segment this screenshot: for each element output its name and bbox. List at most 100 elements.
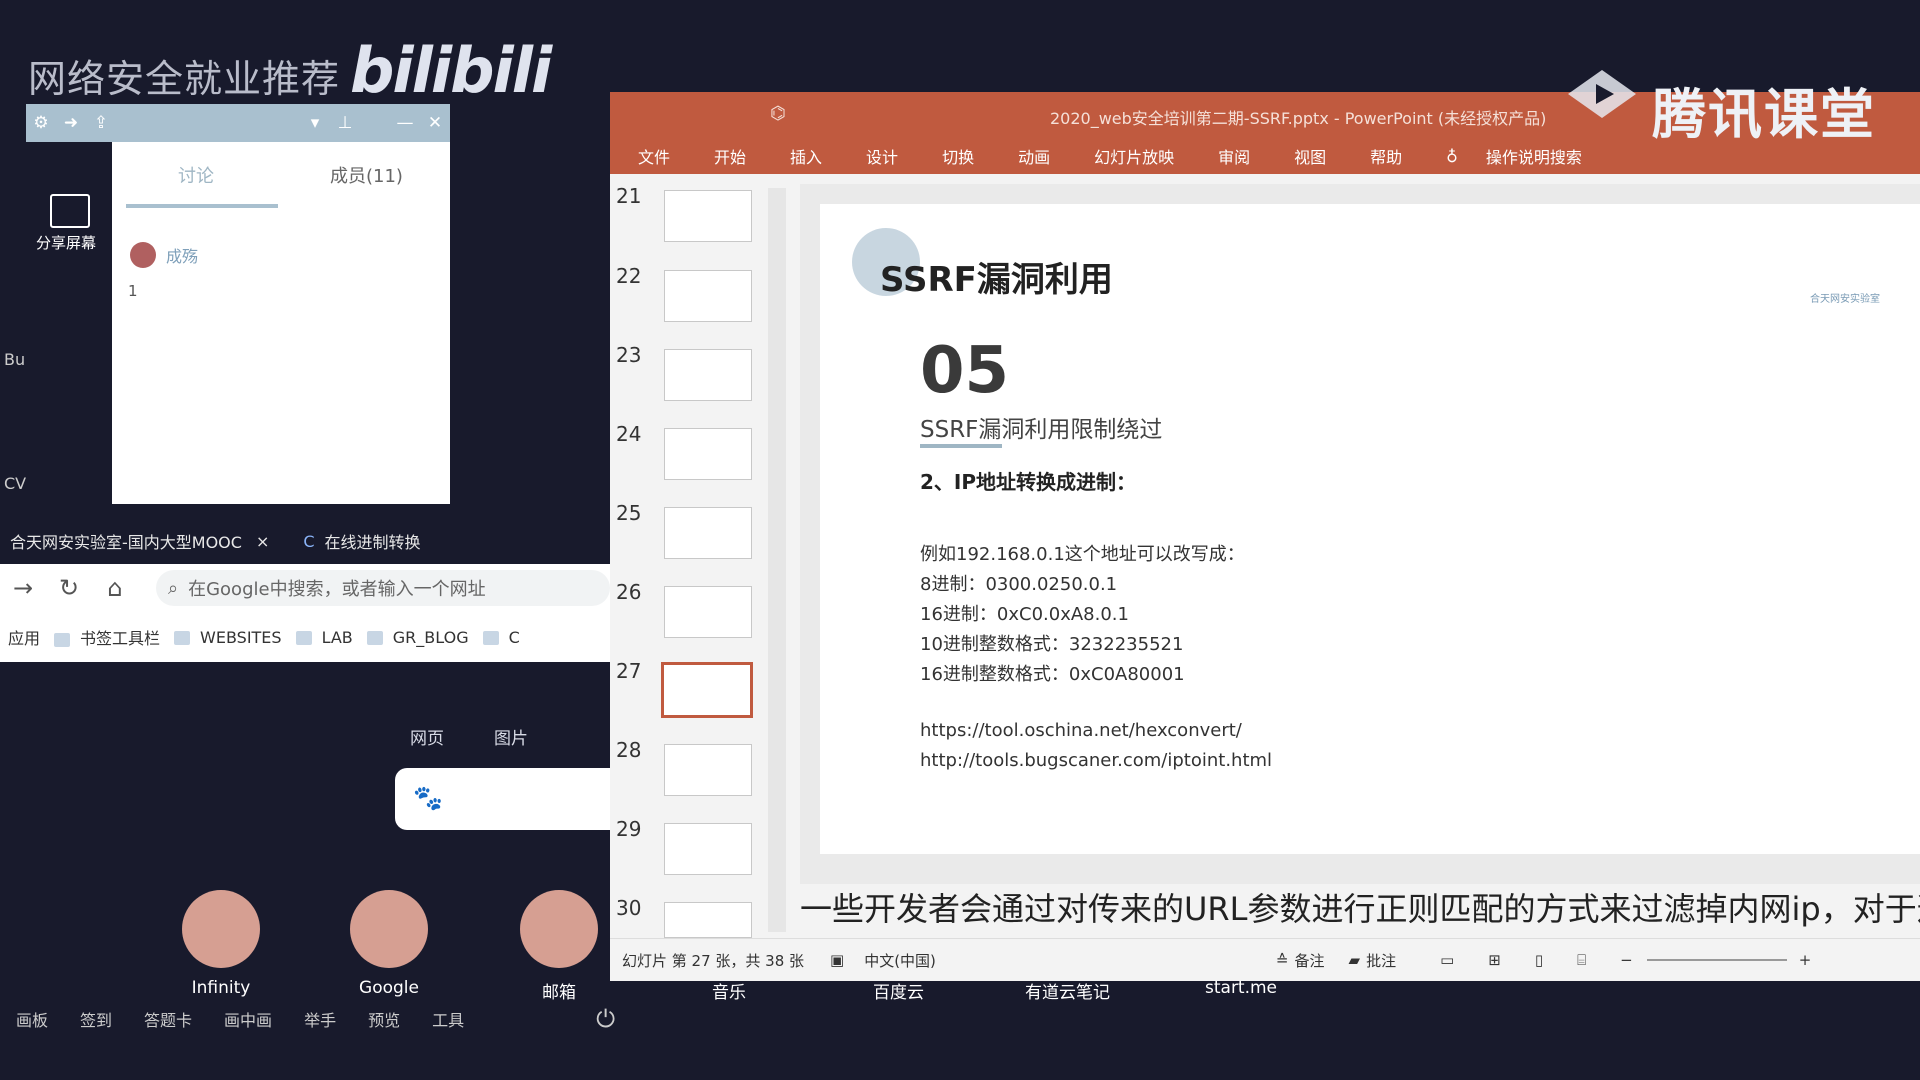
- menu-review[interactable]: 审阅: [1218, 144, 1250, 168]
- side-label-bu: Bu: [4, 350, 26, 369]
- slideshow-view-icon[interactable]: ⌸: [1577, 951, 1586, 969]
- reload-icon[interactable]: ↻: [46, 574, 92, 602]
- slide-text-line: 例如192.168.0.1这个地址可以改写成：: [920, 544, 1245, 565]
- link-web[interactable]: 网页: [410, 724, 444, 749]
- accessibility-icon[interactable]: ▣: [830, 951, 844, 969]
- notes-icon[interactable]: ≙: [1276, 951, 1289, 969]
- subtitle-underline: [920, 444, 1002, 448]
- chat-titlebar: ⚙ ➜ ⇪ ▾ ⊥ — ✕: [26, 104, 450, 142]
- folder-icon: [54, 632, 71, 647]
- toolbar-whiteboard[interactable]: 画板: [16, 1007, 48, 1031]
- bookmark-gr-blog[interactable]: GR_BLOG: [366, 628, 469, 647]
- browser-tab-base-convert[interactable]: 在线进制转换: [325, 529, 421, 553]
- share-screen-label[interactable]: 分享屏幕: [36, 232, 96, 253]
- toolbar-checkin[interactable]: 签到: [80, 1007, 112, 1031]
- watermark-network-security: 网络安全就业推荐: [28, 57, 341, 101]
- menu-animations[interactable]: 动画: [1018, 144, 1050, 168]
- toolbar-answer-card[interactable]: 答题卡: [144, 1007, 192, 1031]
- chat-sidebar: 分享屏幕: [26, 142, 112, 504]
- ppt-title-text: 2020_web安全培训第二期-SSRF.pptx - PowerPoint (…: [1050, 109, 1547, 128]
- menu-slideshow[interactable]: 幻灯片放映: [1094, 144, 1174, 168]
- slide-text-line: 16进制整数格式：0xC0A80001: [920, 664, 1185, 685]
- forward-icon[interactable]: →: [0, 574, 46, 602]
- comments-icon[interactable]: ▰: [1349, 951, 1361, 969]
- slide-thumbnail[interactable]: 25: [610, 501, 760, 571]
- shortcut-youdao-note[interactable]: 有道云笔记: [1025, 978, 1110, 1003]
- powerpoint-window: ⌬ 2020_web安全培训第二期-SSRF.pptx - PowerPoint…: [610, 92, 1920, 981]
- language-status[interactable]: 中文(中国): [864, 950, 936, 971]
- tab-discuss[interactable]: 讨论: [178, 162, 214, 188]
- menu-transitions[interactable]: 切换: [942, 144, 974, 168]
- shortcut-mail[interactable]: 邮箱: [504, 890, 614, 1003]
- slide-thumbnail[interactable]: 23: [610, 343, 760, 413]
- classroom-toolbar: 画板 签到 答题卡 画中画 举手 预览 工具 ⏻: [0, 1003, 716, 1035]
- shortcut-music[interactable]: 音乐: [712, 978, 746, 1003]
- zoom-in-icon[interactable]: +: [1799, 951, 1812, 969]
- shortcut-startme[interactable]: start.me: [1205, 978, 1277, 998]
- slide-thumbnail[interactable]: 29: [610, 817, 760, 887]
- menu-home[interactable]: 开始: [714, 144, 746, 168]
- menu-file[interactable]: 文件: [638, 144, 670, 168]
- comments-button[interactable]: 批注: [1366, 950, 1396, 971]
- shortcut-baiduyun[interactable]: 百度云: [873, 978, 924, 1003]
- tab-close-icon[interactable]: ×: [256, 532, 269, 551]
- share-screen-icon[interactable]: [50, 194, 90, 228]
- sorter-view-icon[interactable]: ⊞: [1488, 951, 1501, 969]
- tab-members[interactable]: 成员(11): [330, 162, 403, 188]
- toolbar-pip[interactable]: 画中画: [224, 1007, 272, 1031]
- dropdown-icon[interactable]: ▾: [300, 113, 330, 133]
- slide-thumbnail[interactable]: 28: [610, 738, 760, 808]
- bookmark-lab[interactable]: LAB: [295, 628, 353, 647]
- browser-tab-hetian[interactable]: 合天网安实验室-国内大型MOOC: [10, 529, 242, 553]
- pin-icon[interactable]: ⊥: [330, 113, 360, 133]
- slide-text-line: 10进制整数格式：3232235521: [920, 634, 1184, 655]
- slide-canvas[interactable]: SSRF漏洞利用 合天网安实验室 05 SSRF漏洞利用限制绕过 2、IP地址转…: [820, 204, 1920, 854]
- reading-view-icon[interactable]: ▯: [1535, 951, 1543, 969]
- bookmark-apps[interactable]: 应用: [8, 625, 40, 649]
- shortcut-infinity[interactable]: Infinity: [166, 890, 276, 998]
- thumbnail-scrollbar[interactable]: [768, 188, 786, 932]
- menu-insert[interactable]: 插入: [790, 144, 822, 168]
- slide-thumbnail[interactable]: 21: [610, 184, 760, 254]
- shortcut-google[interactable]: Google: [334, 890, 444, 998]
- slide-count-status: 幻灯片 第 27 张，共 38 张: [622, 951, 805, 970]
- slide-link[interactable]: https://tool.oschina.net/hexconvert/: [920, 720, 1242, 741]
- menu-help[interactable]: 帮助: [1370, 144, 1402, 168]
- slide-link[interactable]: http://tools.bugscaner.com/iptoint.html: [920, 750, 1272, 771]
- chat-message-author: 成殇: [130, 242, 198, 268]
- menu-view[interactable]: 视图: [1294, 144, 1326, 168]
- close-icon[interactable]: ✕: [420, 113, 450, 133]
- bookmark-toolbar[interactable]: 书签工具栏: [54, 625, 160, 649]
- folder-icon: [295, 631, 312, 645]
- toolbar-raise-hand[interactable]: 举手: [304, 1007, 336, 1031]
- zoom-slider[interactable]: [1646, 959, 1787, 961]
- bookmark-c[interactable]: C: [482, 628, 520, 647]
- zoom-out-icon[interactable]: −: [1620, 951, 1633, 969]
- slide-heading: 2、IP地址转换成进制：: [920, 470, 1137, 494]
- notes-button[interactable]: 备注: [1295, 950, 1325, 971]
- slide-thumbnail[interactable]: 22: [610, 264, 760, 334]
- toolbar-preview[interactable]: 预览: [368, 1007, 400, 1031]
- slide-editor: SSRF漏洞利用 合天网安实验室 05 SSRF漏洞利用限制绕过 2、IP地址转…: [800, 184, 1920, 884]
- omnibox[interactable]: ⌕ 在Google中搜索，或者输入一个网址: [156, 570, 610, 606]
- settings-icon[interactable]: ⚙: [26, 113, 56, 133]
- newtab-search-box[interactable]: 🐾: [395, 768, 610, 830]
- normal-view-icon[interactable]: ▭: [1440, 951, 1454, 969]
- slide-thumbnail[interactable]: 26: [610, 580, 760, 650]
- slideshow-icon[interactable]: ⌬: [770, 103, 786, 124]
- power-icon[interactable]: ⏻: [596, 1005, 615, 1033]
- toolbar-tools[interactable]: 工具: [432, 1007, 464, 1031]
- share-icon[interactable]: ⇪: [86, 113, 116, 133]
- slide-thumbnail[interactable]: 24: [610, 422, 760, 492]
- avatar: [130, 242, 156, 268]
- menu-tell-me[interactable]: 操作说明搜索: [1486, 144, 1582, 168]
- slide-thumbnail-active[interactable]: 27: [610, 659, 760, 729]
- home-icon[interactable]: ⌂: [92, 574, 138, 602]
- section-number: 05: [920, 334, 1010, 408]
- active-tab-indicator: [126, 204, 278, 208]
- menu-design[interactable]: 设计: [866, 144, 898, 168]
- forward-icon[interactable]: ➜: [56, 113, 86, 133]
- minimize-icon[interactable]: —: [390, 113, 420, 133]
- bookmark-websites[interactable]: WEBSITES: [174, 628, 282, 647]
- link-images[interactable]: 图片: [494, 724, 528, 749]
